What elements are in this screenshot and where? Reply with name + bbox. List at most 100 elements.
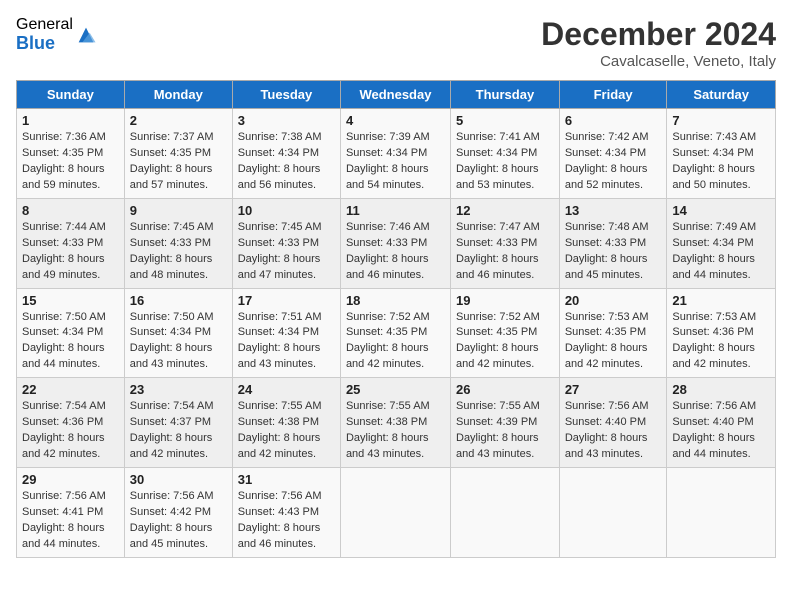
calendar-cell: 10 Sunrise: 7:45 AMSunset: 4:33 PMDayligh… — [232, 198, 340, 288]
day-info: Sunrise: 7:50 AMSunset: 4:34 PMDaylight:… — [22, 310, 119, 374]
day-info: Sunrise: 7:38 AMSunset: 4:34 PMDaylight:… — [238, 130, 335, 194]
calendar-cell: 30 Sunrise: 7:56 AMSunset: 4:42 PMDayligh… — [124, 468, 232, 558]
calendar-cell — [451, 468, 560, 558]
weekday-header-monday: Monday — [124, 81, 232, 109]
day-info: Sunrise: 7:48 AMSunset: 4:33 PMDaylight:… — [565, 220, 662, 284]
calendar-cell: 8 Sunrise: 7:44 AMSunset: 4:33 PMDaylight… — [17, 198, 125, 288]
day-info: Sunrise: 7:49 AMSunset: 4:34 PMDaylight:… — [672, 220, 770, 284]
day-number: 15 — [22, 293, 119, 308]
calendar-week-1: 1 Sunrise: 7:36 AMSunset: 4:35 PMDaylight… — [17, 109, 776, 199]
calendar-cell: 31 Sunrise: 7:56 AMSunset: 4:43 PMDayligh… — [232, 468, 340, 558]
calendar-cell: 9Sunrise: 7:45 AMSunset: 4:33 PMDaylight… — [124, 198, 232, 288]
calendar-cell: 23Sunrise: 7:54 AMSunset: 4:37 PMDayligh… — [124, 378, 232, 468]
day-info: Sunrise: 7:56 AMSunset: 4:41 PMDaylight:… — [22, 489, 119, 553]
weekday-header-friday: Friday — [559, 81, 667, 109]
day-number: 23 — [130, 382, 227, 397]
weekday-header-tuesday: Tuesday — [232, 81, 340, 109]
day-number: 29 — [22, 472, 119, 487]
calendar-cell: 21 Sunrise: 7:53 AMSunset: 4:36 PMDayligh… — [667, 288, 776, 378]
calendar-cell: 14Sunrise: 7:49 AMSunset: 4:34 PMDayligh… — [667, 198, 776, 288]
day-number: 5 — [456, 113, 554, 128]
calendar-cell: 22 Sunrise: 7:54 AMSunset: 4:36 PMDayligh… — [17, 378, 125, 468]
calendar-cell: 7 Sunrise: 7:43 AMSunset: 4:34 PMDaylight… — [667, 109, 776, 199]
day-number: 22 — [22, 382, 119, 397]
day-info: Sunrise: 7:41 AMSunset: 4:34 PMDaylight:… — [456, 130, 554, 194]
calendar-cell: 2Sunrise: 7:37 AMSunset: 4:35 PMDaylight… — [124, 109, 232, 199]
day-info: Sunrise: 7:55 AMSunset: 4:39 PMDaylight:… — [456, 399, 554, 463]
day-number: 1 — [22, 113, 119, 128]
day-number: 27 — [565, 382, 662, 397]
day-number: 18 — [346, 293, 445, 308]
logo: General Blue — [16, 16, 97, 53]
logo-icon — [75, 24, 97, 46]
day-number: 7 — [672, 113, 770, 128]
day-info: Sunrise: 7:56 AMSunset: 4:40 PMDaylight:… — [565, 399, 662, 463]
calendar-cell: 1 Sunrise: 7:36 AMSunset: 4:35 PMDaylight… — [17, 109, 125, 199]
day-number: 16 — [130, 293, 227, 308]
calendar-cell: 3 Sunrise: 7:38 AMSunset: 4:34 PMDaylight… — [232, 109, 340, 199]
day-info: Sunrise: 7:56 AMSunset: 4:43 PMDaylight:… — [238, 489, 335, 553]
calendar-cell: 24 Sunrise: 7:55 AMSunset: 4:38 PMDayligh… — [232, 378, 340, 468]
day-number: 21 — [672, 293, 770, 308]
day-info: Sunrise: 7:52 AMSunset: 4:35 PMDaylight:… — [346, 310, 445, 374]
calendar-cell: 25Sunrise: 7:55 AMSunset: 4:38 PMDayligh… — [340, 378, 450, 468]
calendar-cell: 4 Sunrise: 7:39 AMSunset: 4:34 PMDaylight… — [340, 109, 450, 199]
day-number: 25 — [346, 382, 445, 397]
calendar-cell: 27 Sunrise: 7:56 AMSunset: 4:40 PMDayligh… — [559, 378, 667, 468]
day-number: 12 — [456, 203, 554, 218]
day-number: 3 — [238, 113, 335, 128]
day-number: 8 — [22, 203, 119, 218]
day-number: 2 — [130, 113, 227, 128]
calendar-cell: 19 Sunrise: 7:52 AMSunset: 4:35 PMDayligh… — [451, 288, 560, 378]
day-info: Sunrise: 7:55 AMSunset: 4:38 PMDaylight:… — [238, 399, 335, 463]
logo-blue: Blue — [16, 34, 73, 54]
day-info: Sunrise: 7:36 AMSunset: 4:35 PMDaylight:… — [22, 130, 119, 194]
day-number: 17 — [238, 293, 335, 308]
calendar-cell: 29 Sunrise: 7:56 AMSunset: 4:41 PMDayligh… — [17, 468, 125, 558]
calendar-cell — [667, 468, 776, 558]
calendar-cell: 13 Sunrise: 7:48 AMSunset: 4:33 PMDayligh… — [559, 198, 667, 288]
day-info: Sunrise: 7:52 AMSunset: 4:35 PMDaylight:… — [456, 310, 554, 374]
day-number: 20 — [565, 293, 662, 308]
day-number: 13 — [565, 203, 662, 218]
weekday-header-row: SundayMondayTuesdayWednesdayThursdayFrid… — [17, 81, 776, 109]
day-number: 26 — [456, 382, 554, 397]
day-number: 10 — [238, 203, 335, 218]
weekday-header-saturday: Saturday — [667, 81, 776, 109]
location-title: Cavalcaselle, Veneto, Italy — [541, 53, 776, 70]
day-number: 30 — [130, 472, 227, 487]
calendar-cell: 6Sunrise: 7:42 AMSunset: 4:34 PMDaylight… — [559, 109, 667, 199]
day-info: Sunrise: 7:44 AMSunset: 4:33 PMDaylight:… — [22, 220, 119, 284]
day-info: Sunrise: 7:54 AMSunset: 4:36 PMDaylight:… — [22, 399, 119, 463]
day-info: Sunrise: 7:46 AMSunset: 4:33 PMDaylight:… — [346, 220, 445, 284]
calendar-cell: 26 Sunrise: 7:55 AMSunset: 4:39 PMDayligh… — [451, 378, 560, 468]
day-info: Sunrise: 7:53 AMSunset: 4:36 PMDaylight:… — [672, 310, 770, 374]
day-info: Sunrise: 7:43 AMSunset: 4:34 PMDaylight:… — [672, 130, 770, 194]
calendar-cell: 18 Sunrise: 7:52 AMSunset: 4:35 PMDayligh… — [340, 288, 450, 378]
calendar-cell: 12 Sunrise: 7:47 AMSunset: 4:33 PMDayligh… — [451, 198, 560, 288]
day-info: Sunrise: 7:39 AMSunset: 4:34 PMDaylight:… — [346, 130, 445, 194]
day-number: 11 — [346, 203, 445, 218]
calendar-cell: 17Sunrise: 7:51 AMSunset: 4:34 PMDayligh… — [232, 288, 340, 378]
day-number: 4 — [346, 113, 445, 128]
calendar-week-3: 15 Sunrise: 7:50 AMSunset: 4:34 PMDayligh… — [17, 288, 776, 378]
calendar-cell — [340, 468, 450, 558]
month-title: December 2024 — [541, 16, 776, 53]
calendar-table: SundayMondayTuesdayWednesdayThursdayFrid… — [16, 80, 776, 558]
day-number: 19 — [456, 293, 554, 308]
calendar-cell: 20Sunrise: 7:53 AMSunset: 4:35 PMDayligh… — [559, 288, 667, 378]
day-number: 31 — [238, 472, 335, 487]
day-number: 24 — [238, 382, 335, 397]
weekday-header-thursday: Thursday — [451, 81, 560, 109]
logo-general: General — [16, 16, 73, 34]
calendar-week-4: 22 Sunrise: 7:54 AMSunset: 4:36 PMDayligh… — [17, 378, 776, 468]
weekday-header-sunday: Sunday — [17, 81, 125, 109]
day-info: Sunrise: 7:47 AMSunset: 4:33 PMDaylight:… — [456, 220, 554, 284]
day-info: Sunrise: 7:45 AMSunset: 4:33 PMDaylight:… — [130, 220, 227, 284]
calendar-week-5: 29 Sunrise: 7:56 AMSunset: 4:41 PMDayligh… — [17, 468, 776, 558]
day-info: Sunrise: 7:42 AMSunset: 4:34 PMDaylight:… — [565, 130, 662, 194]
day-number: 28 — [672, 382, 770, 397]
day-info: Sunrise: 7:56 AMSunset: 4:42 PMDaylight:… — [130, 489, 227, 553]
weekday-header-wednesday: Wednesday — [340, 81, 450, 109]
day-info: Sunrise: 7:45 AMSunset: 4:33 PMDaylight:… — [238, 220, 335, 284]
